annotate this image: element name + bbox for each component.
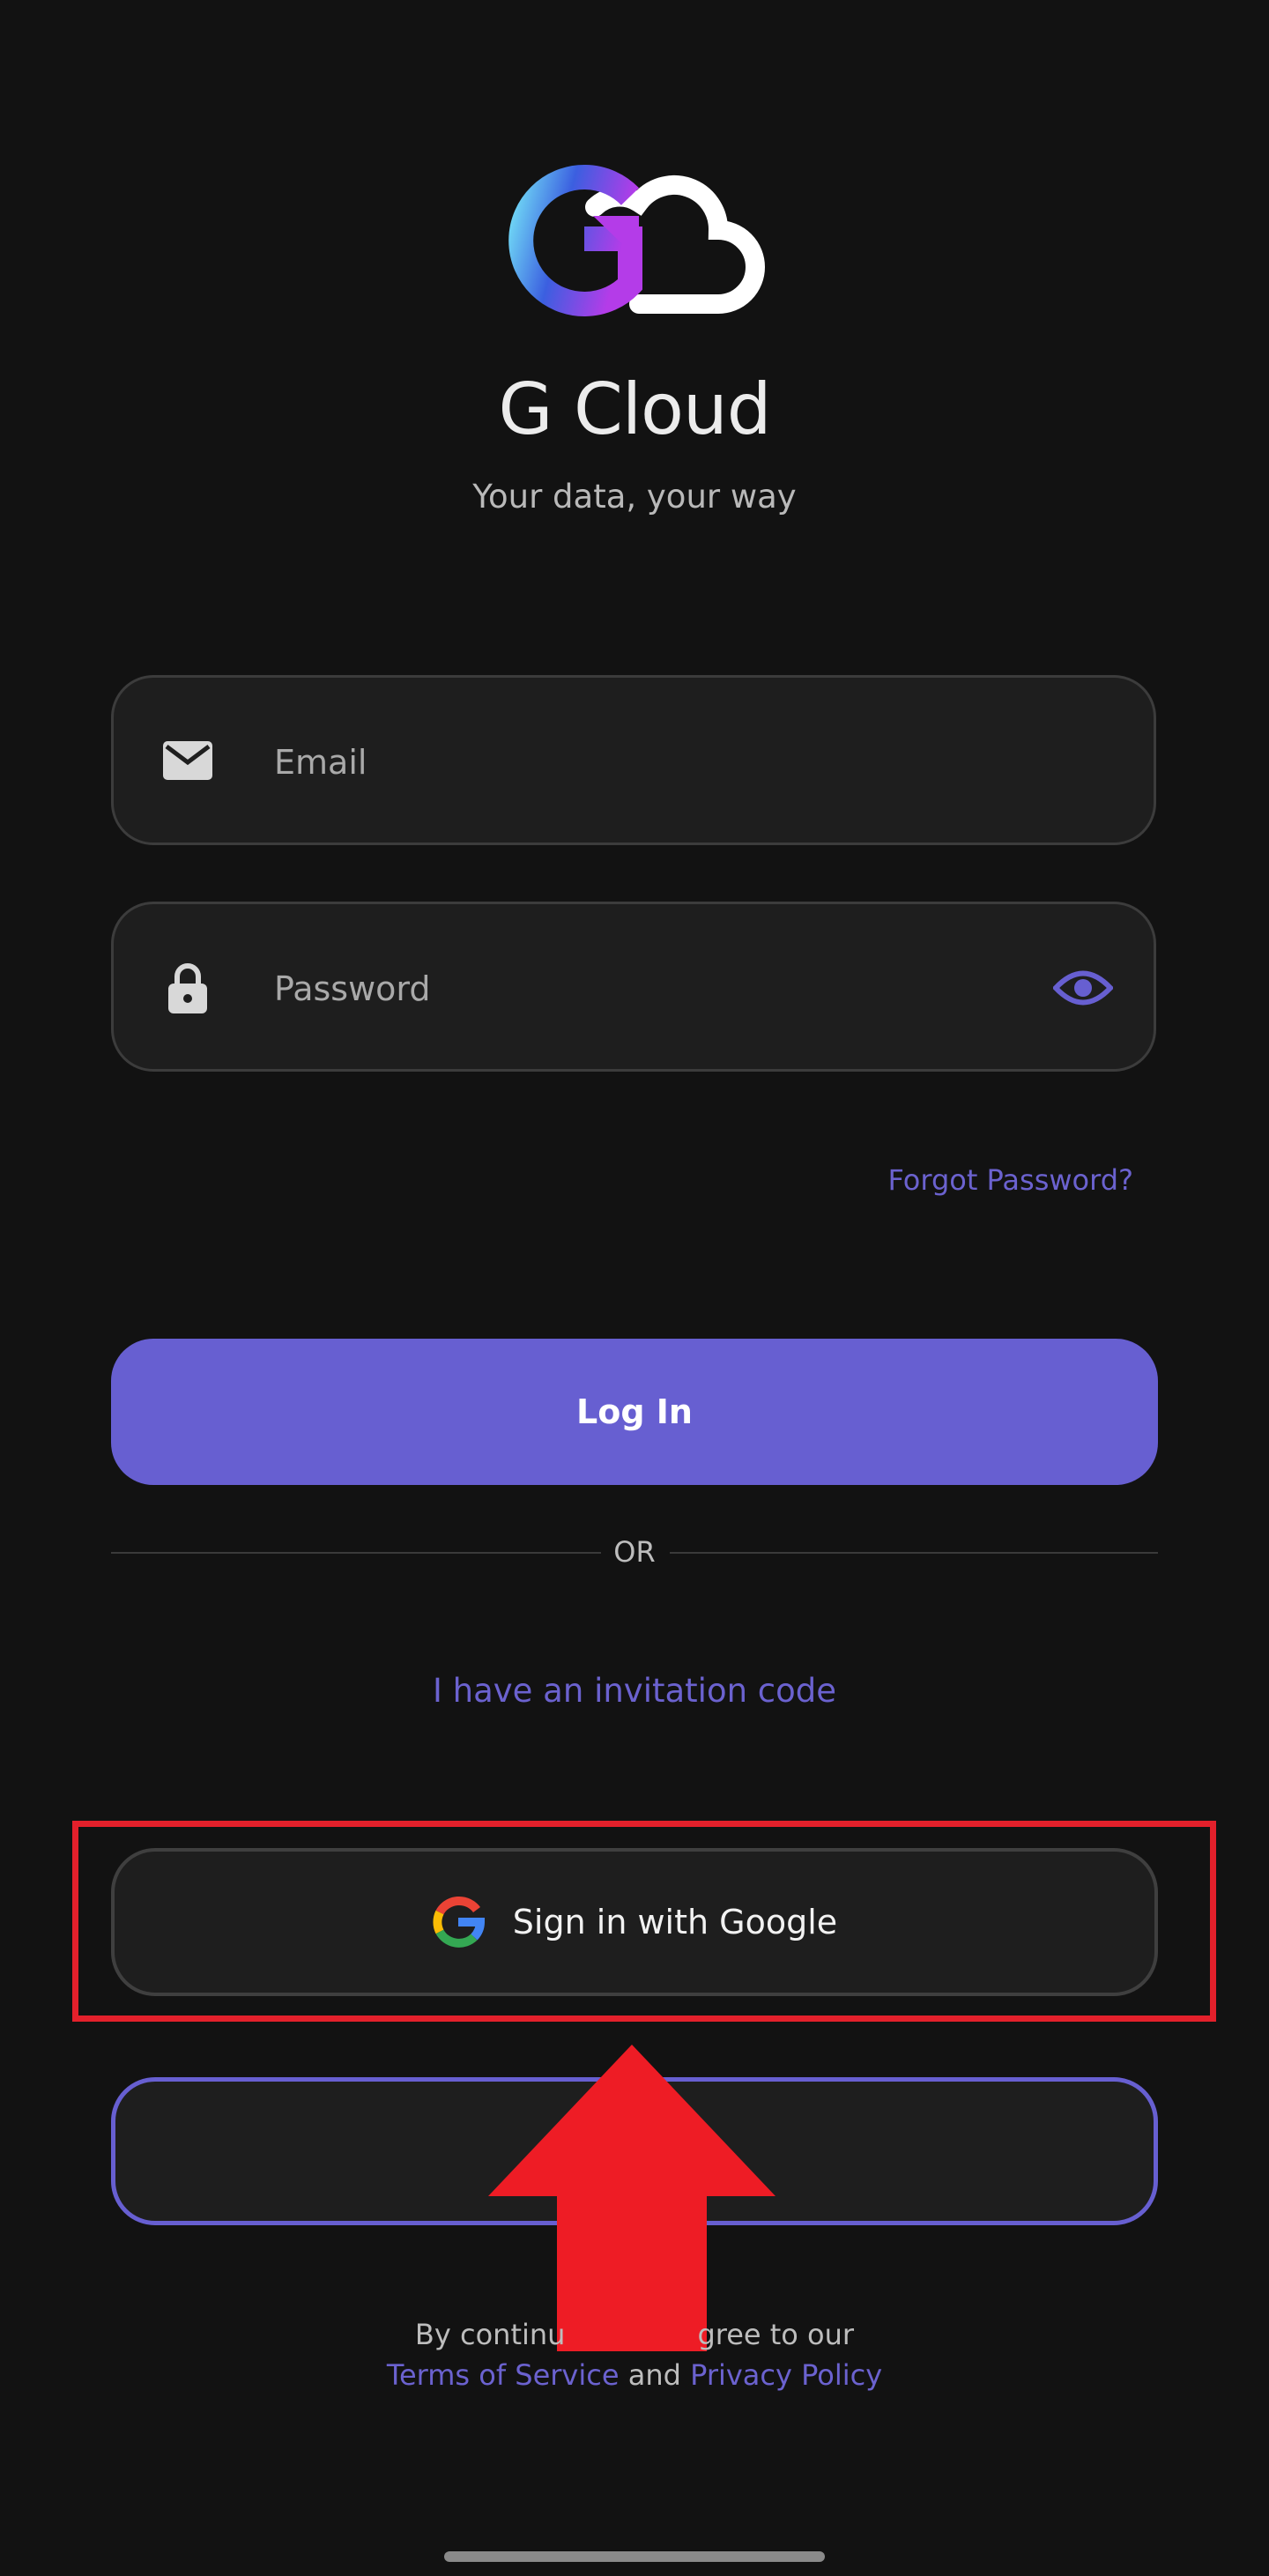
invitation-code-link[interactable]: I have an invitation code [0, 1672, 1269, 1710]
email-field[interactable] [111, 675, 1156, 845]
terms-of-service-link[interactable]: Terms of Service [387, 2358, 620, 2392]
terms-prefix-end: gree to our [697, 2318, 855, 2351]
password-input[interactable] [272, 939, 981, 1038]
terms-links-line: Terms of Service and Privacy Policy [0, 2358, 1269, 2392]
terms-notice: By continu gree to our [0, 2318, 1269, 2351]
forgot-password-link[interactable]: Forgot Password? [888, 1163, 1134, 1197]
red-up-arrow-icon [488, 2045, 776, 2351]
mail-icon [163, 741, 212, 780]
annotation-highlight-box [72, 1821, 1216, 2022]
password-field[interactable] [111, 902, 1156, 1072]
email-input[interactable] [272, 713, 981, 812]
g-cloud-logo [508, 165, 765, 316]
and-text: and [619, 2358, 691, 2392]
app-tagline: Your data, your way [472, 478, 797, 516]
login-button[interactable]: Log In [111, 1339, 1158, 1485]
app-title: G Cloud [498, 368, 772, 450]
terms-prefix-start: By continu [414, 2318, 566, 2351]
eye-icon[interactable] [1053, 966, 1113, 1010]
divider-line-right [670, 1552, 1158, 1554]
home-indicator[interactable] [444, 2551, 825, 2562]
privacy-policy-link[interactable]: Privacy Policy [690, 2358, 882, 2392]
lock-icon [168, 963, 207, 1013]
